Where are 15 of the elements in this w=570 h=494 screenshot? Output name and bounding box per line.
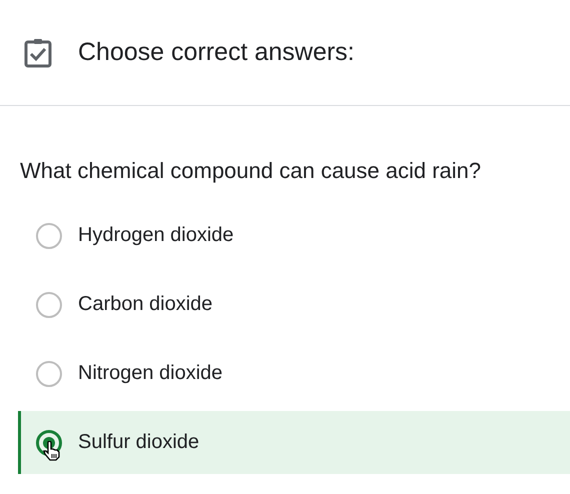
header-title: Choose correct answers: <box>78 38 355 67</box>
hand-cursor-icon <box>43 441 61 461</box>
radio-button[interactable] <box>36 222 62 248</box>
option-label: Hydrogen dioxide <box>78 224 234 247</box>
radio-button[interactable] <box>36 360 62 386</box>
question-text: What chemical compound can cause acid rain? <box>20 158 482 184</box>
option-label: Carbon dioxide <box>78 293 213 316</box>
answer-option[interactable]: Sulfur dioxide <box>18 411 570 474</box>
option-label: Nitrogen dioxide <box>78 362 223 385</box>
answer-option[interactable]: Nitrogen dioxide <box>18 342 570 405</box>
option-label: Sulfur dioxide <box>78 431 200 454</box>
answer-option[interactable]: Carbon dioxide <box>18 273 570 336</box>
radio-button[interactable] <box>36 292 62 318</box>
answer-option[interactable]: Hydrogen dioxide <box>18 204 570 267</box>
clipboard-check-icon <box>24 38 52 68</box>
